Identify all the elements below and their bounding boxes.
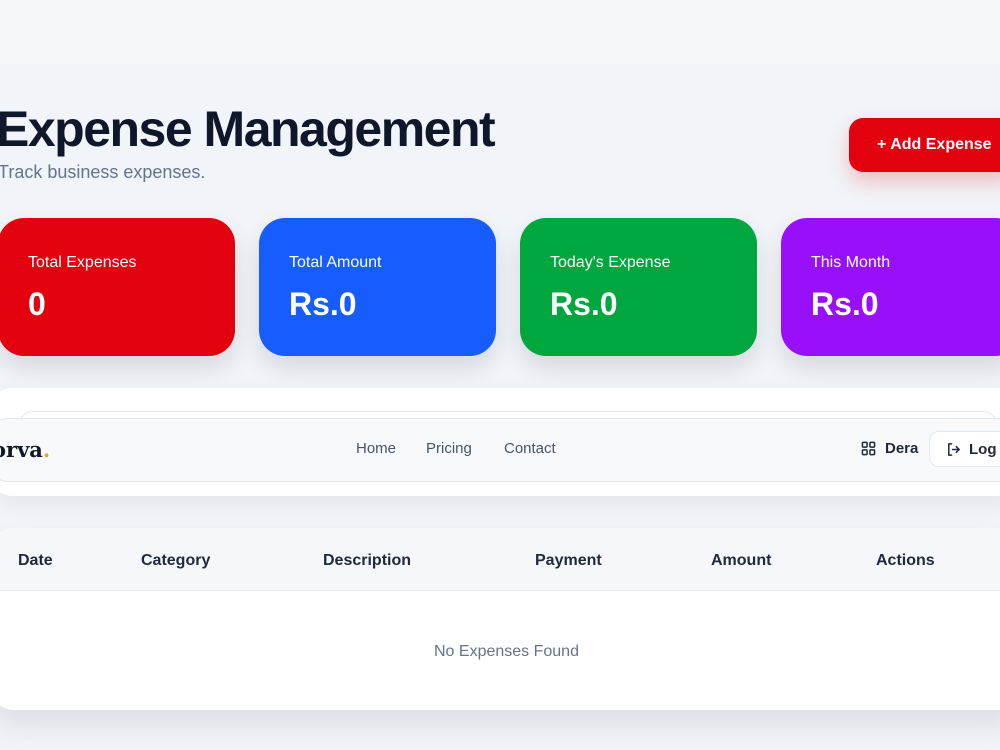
stat-card-this-month: This Month Rs.0 [781,218,1000,356]
column-header-amount[interactable]: Amount [711,552,771,570]
nav-link-home[interactable]: Home [356,440,396,457]
user-name: Dera [885,440,919,457]
brand-logo[interactable]: orva. [0,437,50,462]
stat-card-todays-expense: Today's Expense Rs.0 [520,218,757,356]
table-header: Date Category Description Payment Amount… [0,528,1000,591]
add-expense-button[interactable]: + Add Expense [849,118,1000,172]
column-header-category[interactable]: Category [141,552,210,570]
logo-dot: . [42,437,51,462]
logout-label: Log o [969,440,1000,458]
stat-label: Today's Expense [550,254,671,271]
overlay-navbar [0,418,1000,482]
stat-label: Total Amount [289,254,382,271]
column-header-description[interactable]: Description [323,552,411,570]
column-header-actions: Actions [876,552,935,569]
column-header-date[interactable]: Date [18,552,53,570]
stat-label: This Month [811,254,891,271]
nav-link-pricing[interactable]: Pricing [426,440,472,457]
stat-value: Rs.0 [550,286,618,322]
page-title: Expense Management [0,101,496,157]
stat-value: Rs.0 [289,286,357,322]
logout-button[interactable]: Log o [929,431,1000,467]
stat-card-total-amount: Total Amount Rs.0 [259,218,496,356]
stat-card-total-expenses: Total Expenses 0 [0,218,235,356]
stat-value: 0 [28,286,46,322]
logo-text: orva [0,437,43,462]
grid-icon [861,441,876,456]
nav-link-contact[interactable]: Contact [504,440,556,457]
empty-state-message: No Expenses Found [434,643,579,660]
stat-value: Rs.0 [811,286,879,322]
expenses-table: Date Category Description Payment Amount… [0,528,1000,710]
user-dashboard-link[interactable]: Dera [861,440,918,457]
logout-icon [948,442,960,456]
top-band [0,0,1000,64]
page-subtitle: Track business expenses. [0,162,206,182]
stat-label: Total Expenses [28,254,137,271]
column-header-payment[interactable]: Payment [535,552,602,570]
